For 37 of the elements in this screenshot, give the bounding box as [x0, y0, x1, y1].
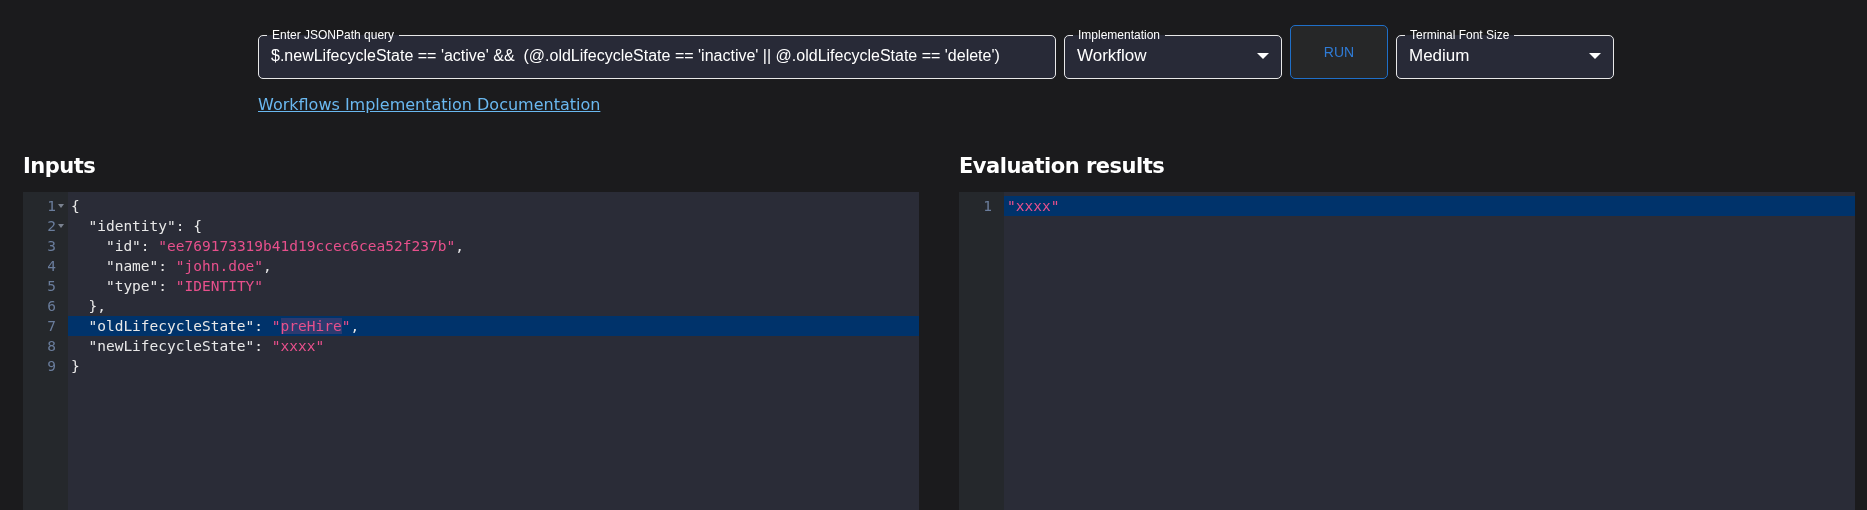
- code-line: "newLifecycleState": "xxxx": [87, 338, 325, 354]
- query-field[interactable]: Enter JSONPath query $.newLifecycleState == 'active' && (@.oldLifecycleState == 'inactive' || @.oldLifecycleState == 'delete'): [258, 28, 1056, 79]
- section-title: Inputs: [23, 154, 97, 178]
- field-label: Terminal Font Size: [1409, 28, 1511, 42]
- section-title: Evaluation results: [959, 154, 1166, 178]
- implementation-dropdown[interactable]: Implementation Workflow: [1064, 28, 1282, 79]
- fold-arrow-icon[interactable]: [58, 224, 64, 228]
- font-size-dropdown[interactable]: Terminal Font Size Medium: [1396, 28, 1614, 79]
- code-line: "xxxx": [1007, 198, 1060, 214]
- line-number: 1: [47, 198, 56, 214]
- line-number: 2: [47, 218, 56, 234]
- code-line: "type": "IDENTITY": [104, 278, 264, 294]
- line-number: 1: [983, 198, 992, 214]
- code-line: "oldLifecycleState": "preHire",: [87, 318, 360, 334]
- code-line: {: [71, 198, 80, 214]
- caret-icon: [1257, 53, 1269, 59]
- code-line: "identity": {: [87, 218, 202, 234]
- run-button[interactable]: RUN: [1290, 25, 1388, 79]
- code-line: }: [71, 358, 80, 374]
- line-number: 3: [47, 238, 56, 254]
- code-editor[interactable]: 1 "xxxx": [959, 192, 1855, 510]
- line-number: 6: [47, 298, 56, 314]
- line-number: 5: [47, 278, 56, 294]
- field-label: Enter JSONPath query: [271, 28, 396, 42]
- line-number: 8: [47, 338, 56, 354]
- line-number: 7: [47, 318, 56, 334]
- line-number: 4: [47, 258, 56, 274]
- code-line: "id": "ee769173319b41d19ccec6cea52f237b",: [104, 238, 464, 254]
- line-number: 9: [47, 358, 56, 374]
- field-label: Implementation: [1077, 28, 1162, 42]
- fold-arrow-icon[interactable]: [58, 204, 64, 208]
- documentation-link[interactable]: Workflows Implementation Documentation: [258, 95, 601, 114]
- code-editor[interactable]: 1 2 3 4 5 6 7 8 9 { "identity": { "id": "ee769173319b41d19ccec6cea52f237b", "name": "john.doe", "type": "IDENTITY" }, "oldLifecycleState": "preHire", "newLifecycleState": "xxxx" }: [23, 192, 919, 510]
- caret-icon: [1589, 53, 1601, 59]
- code-line: "name": "john.doe",: [104, 258, 272, 274]
- code-line: },: [87, 298, 106, 314]
- query-input[interactable]: $.newLifecycleState == 'active' && (@.oldLifecycleState == 'inactive' || @.oldLifecycleState == 'delete'): [271, 47, 1043, 65]
